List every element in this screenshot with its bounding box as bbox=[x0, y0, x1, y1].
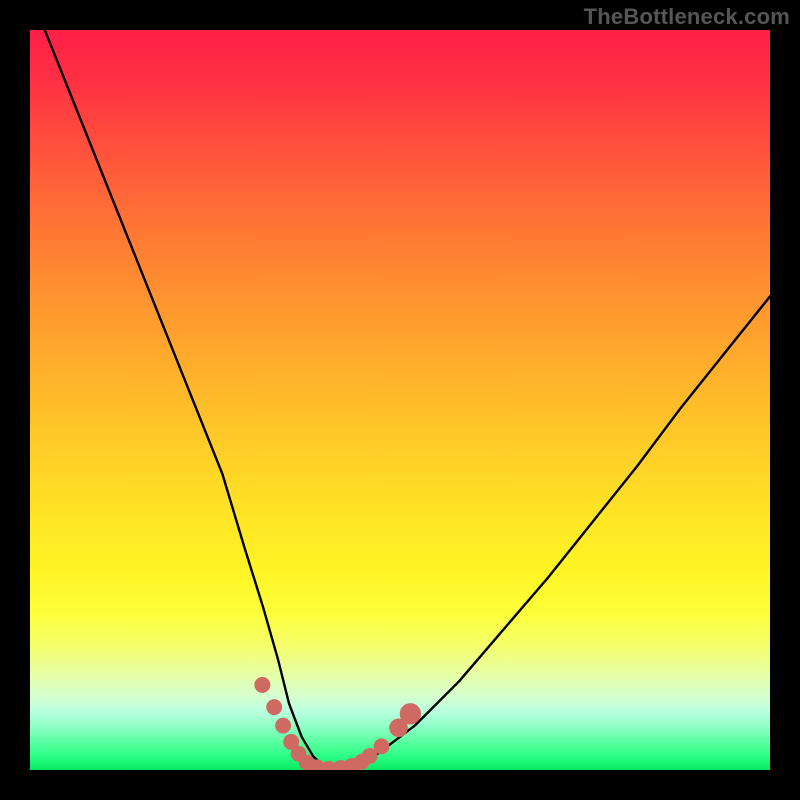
curve-marker bbox=[254, 677, 270, 693]
chart-svg bbox=[30, 30, 770, 770]
marker-group bbox=[254, 677, 421, 770]
chart-stage: TheBottleneck.com bbox=[0, 0, 800, 800]
curve-marker bbox=[275, 718, 291, 734]
plot-area bbox=[30, 30, 770, 770]
watermark-text: TheBottleneck.com bbox=[584, 4, 790, 30]
curve-marker bbox=[400, 703, 421, 724]
bottleneck-curve bbox=[45, 30, 770, 769]
curve-marker bbox=[266, 699, 282, 715]
curve-marker bbox=[374, 738, 390, 754]
